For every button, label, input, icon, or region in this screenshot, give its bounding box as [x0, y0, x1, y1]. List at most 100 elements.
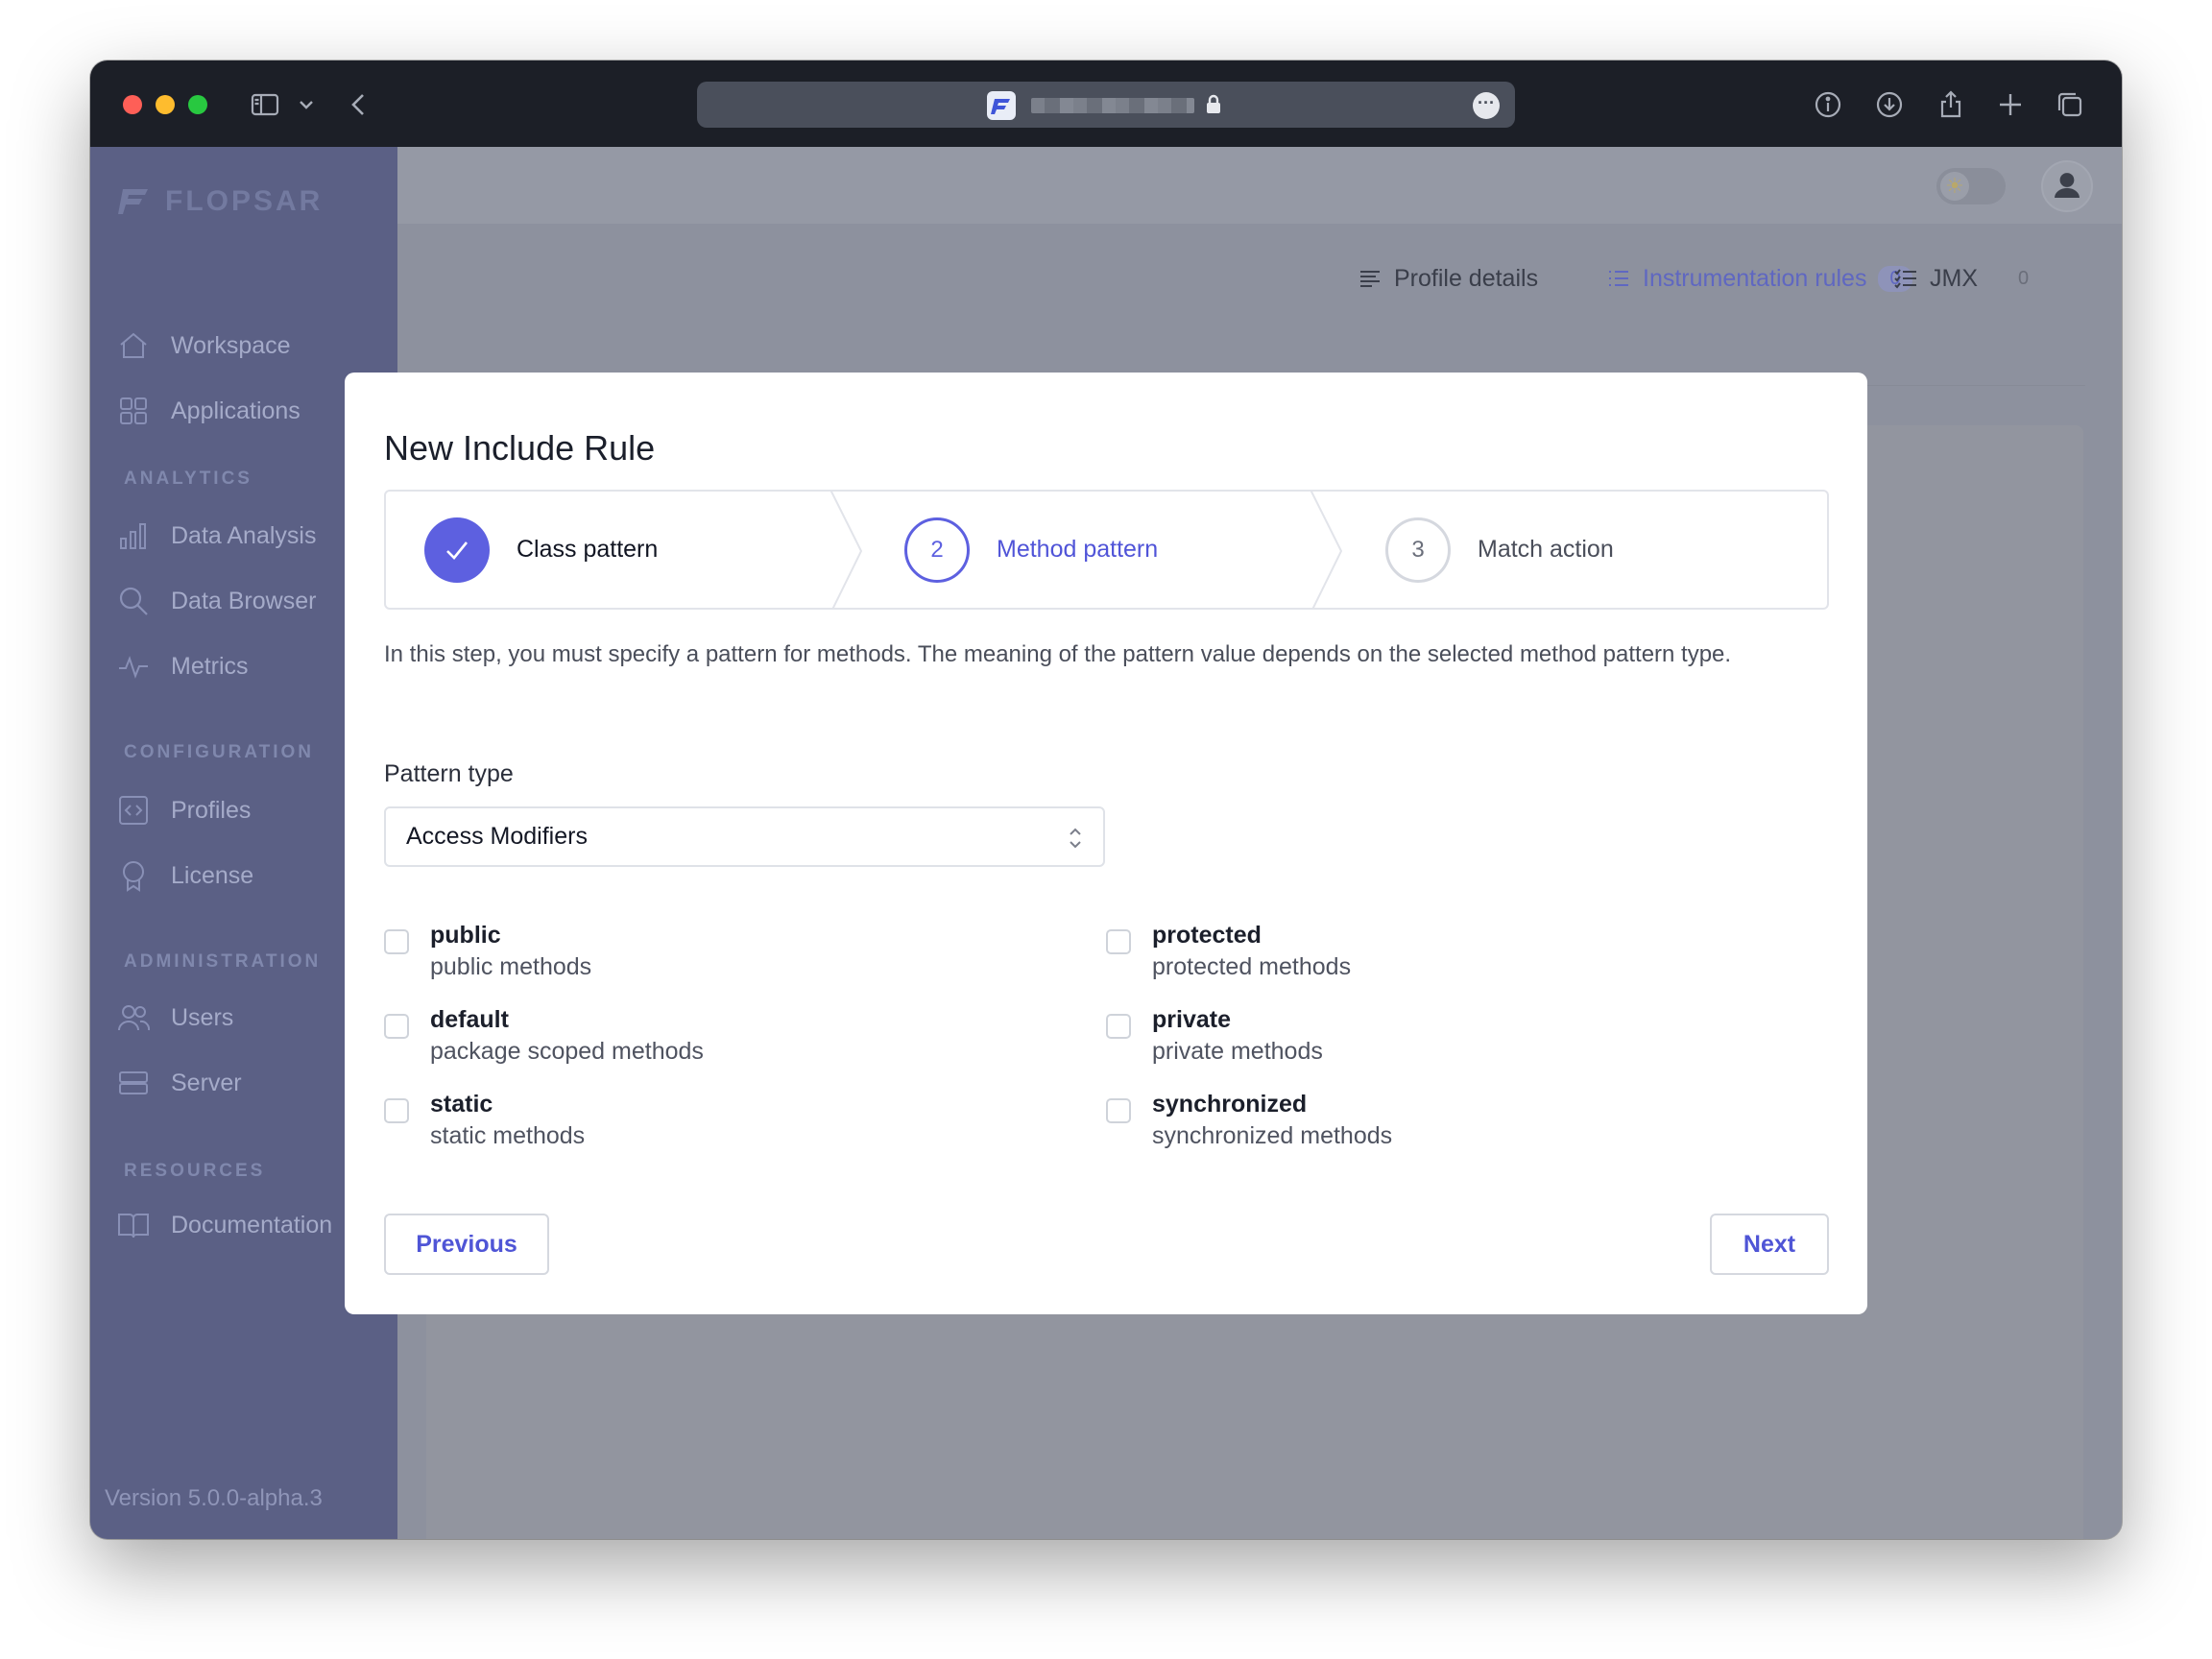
badge-icon — [117, 859, 150, 892]
modifier-description: private methods — [1152, 1038, 1323, 1065]
protected-checkbox[interactable] — [1106, 929, 1131, 954]
server-icon — [117, 1067, 150, 1099]
private-checkbox[interactable] — [1106, 1014, 1131, 1039]
step-class-pattern[interactable]: Class pattern — [424, 492, 658, 608]
sidebar-item-users[interactable]: Users — [117, 1001, 233, 1034]
maximize-window-button[interactable] — [188, 95, 207, 114]
sidebar-section-administration: ADMINISTRATION — [124, 951, 322, 972]
sidebar-item-label: Applications — [171, 397, 301, 424]
public-checkbox[interactable] — [384, 929, 409, 954]
sidebar-item-label: Data Analysis — [171, 521, 317, 549]
share-icon[interactable] — [1936, 89, 1966, 120]
sidebar-item-profiles[interactable]: Profiles — [117, 794, 251, 827]
check-icon — [424, 517, 490, 583]
modifier-public[interactable]: public public methods — [384, 922, 591, 981]
sun-icon: ☀ — [1940, 172, 1969, 201]
previous-button[interactable]: Previous — [384, 1214, 549, 1275]
theme-toggle[interactable]: ☀ — [1936, 168, 2006, 204]
brand-logo[interactable]: FLOPSAR — [117, 185, 323, 218]
step-method-pattern[interactable]: 2 Method pattern — [904, 492, 1158, 608]
code-icon — [117, 794, 150, 827]
lock-icon — [1202, 93, 1225, 116]
users-icon — [117, 1001, 150, 1034]
tab-profile-details[interactable]: Profile details — [1358, 257, 1538, 300]
select-arrows-icon — [1067, 825, 1084, 852]
synchronized-checkbox[interactable] — [1106, 1098, 1131, 1123]
pulse-icon — [117, 650, 150, 683]
modifier-name: default — [430, 1006, 509, 1033]
modifier-name: synchronized — [1152, 1091, 1308, 1118]
step-label: Match action — [1478, 536, 1614, 563]
chevron-down-icon[interactable] — [296, 89, 317, 120]
next-button[interactable]: Next — [1710, 1214, 1829, 1275]
minimize-window-button[interactable] — [156, 95, 175, 114]
sidebar-item-license[interactable]: License — [117, 859, 253, 892]
modifier-private[interactable]: private private methods — [1106, 1006, 1323, 1066]
modifier-protected[interactable]: protected protected methods — [1106, 922, 1351, 981]
default-checkbox[interactable] — [384, 1014, 409, 1039]
step-description: In this step, you must specify a pattern… — [384, 641, 1732, 667]
new-include-rule-dialog: New Include Rule Class pattern 2 Method … — [345, 373, 1867, 1314]
sidebar-item-label: Documentation — [171, 1211, 333, 1238]
sidebar-item-documentation[interactable]: Documentation — [117, 1209, 332, 1241]
step-label: Class pattern — [517, 536, 659, 563]
new-tab-icon[interactable] — [1995, 89, 2026, 120]
tabs-icon[interactable] — [2055, 89, 2085, 120]
sidebar-item-metrics[interactable]: Metrics — [117, 650, 249, 683]
modifier-name: static — [430, 1091, 493, 1118]
bar-chart-icon — [117, 519, 150, 552]
sidebar-item-label: Profiles — [171, 796, 252, 824]
search-icon — [117, 585, 150, 617]
modifier-name: private — [1152, 1006, 1231, 1033]
pattern-type-select[interactable]: Access Modifiers — [384, 806, 1105, 867]
modifier-static[interactable]: static static methods — [384, 1091, 585, 1150]
sidebar-item-label: Server — [171, 1069, 242, 1096]
pattern-type-label: Pattern type — [384, 760, 514, 787]
sidebar-section-analytics: ANALYTICS — [124, 469, 252, 489]
sidebar-item-label: Workspace — [171, 331, 291, 359]
modifier-description: public methods — [430, 953, 592, 980]
more-icon[interactable]: ··· — [1473, 92, 1500, 119]
flopsar-logo-icon — [117, 185, 150, 218]
step-separator — [1310, 492, 1342, 608]
window-controls — [123, 95, 207, 114]
tab-label: JMX — [1930, 264, 1978, 292]
user-avatar[interactable] — [2041, 160, 2093, 212]
sidebar-item-server[interactable]: Server — [117, 1067, 242, 1099]
sidebar-item-label: License — [171, 861, 254, 889]
sidebar-item-workspace[interactable]: Workspace — [117, 329, 291, 362]
sidebar-item-data-analysis[interactable]: Data Analysis — [117, 519, 316, 552]
grid-icon — [117, 395, 150, 427]
modifier-name: protected — [1152, 922, 1262, 949]
modifier-synchronized[interactable]: synchronized synchronized methods — [1106, 1091, 1392, 1150]
browser-titlebar: ··· — [90, 60, 2122, 147]
sidebar-item-label: Metrics — [171, 652, 249, 680]
tab-jmx[interactable]: JMX 0 — [1893, 257, 2040, 300]
close-window-button[interactable] — [123, 95, 142, 114]
step-number: 2 — [904, 517, 970, 583]
modifier-description: package scoped methods — [430, 1038, 704, 1065]
site-favicon-icon — [987, 91, 1016, 120]
modifier-name: public — [430, 922, 501, 949]
tab-instrumentation-rules[interactable]: Instrumentation rules 0 — [1606, 257, 1912, 300]
sidebar-item-applications[interactable]: Applications — [117, 395, 301, 427]
back-icon[interactable] — [344, 89, 374, 120]
step-label: Method pattern — [997, 536, 1159, 563]
address-bar[interactable]: ··· — [697, 82, 1515, 128]
url-text-blurred — [1031, 98, 1194, 113]
info-icon[interactable] — [1813, 89, 1843, 120]
sidebar-item-label: Users — [171, 1003, 234, 1031]
static-checkbox[interactable] — [384, 1098, 409, 1123]
checklist-icon — [1893, 266, 1918, 291]
step-match-action[interactable]: 3 Match action — [1385, 492, 1614, 608]
sidebar-item-data-browser[interactable]: Data Browser — [117, 585, 316, 617]
book-icon — [117, 1209, 150, 1241]
home-icon — [117, 329, 150, 362]
download-icon[interactable] — [1874, 89, 1905, 120]
step-separator — [830, 492, 862, 608]
sidebar-icon[interactable] — [250, 89, 280, 120]
modifier-description: static methods — [430, 1122, 586, 1149]
modifier-default[interactable]: default package scoped methods — [384, 1006, 704, 1066]
list-icon — [1358, 266, 1382, 291]
step-number: 3 — [1385, 517, 1451, 583]
